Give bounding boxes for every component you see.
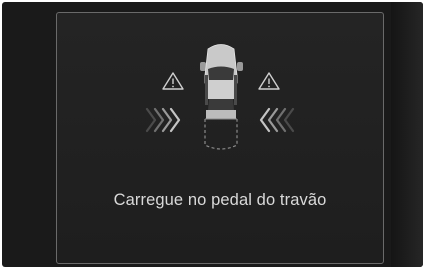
display-screen: Carregue no pedal do travão bbox=[2, 2, 423, 267]
arrows-left-icon bbox=[145, 107, 181, 133]
vehicle-icon bbox=[200, 44, 243, 150]
arrows-right-icon bbox=[259, 107, 295, 133]
alert-panel: Carregue no pedal do travão bbox=[56, 12, 384, 264]
brake-message: Carregue no pedal do travão bbox=[113, 191, 327, 209]
warning-left-icon bbox=[162, 72, 184, 90]
alert-scene bbox=[145, 44, 295, 150]
screen-edge bbox=[391, 2, 423, 267]
warning-right-icon bbox=[258, 72, 280, 90]
